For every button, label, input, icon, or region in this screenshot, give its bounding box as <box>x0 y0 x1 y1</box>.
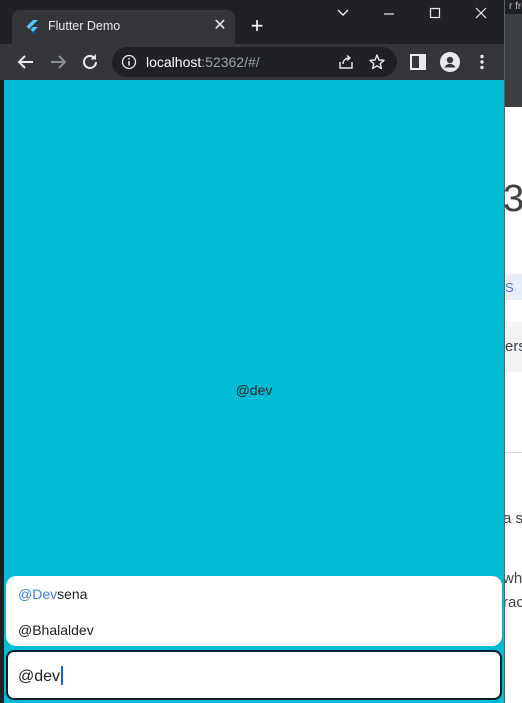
app-content: @dev @Devsena @Bhalaldev @dev <box>4 80 504 703</box>
close-tab-icon[interactable]: ✕ <box>210 16 230 36</box>
suggestion-list: @Devsena @Bhalaldev <box>6 576 502 646</box>
suggestion-item[interactable]: @Bhalaldev <box>18 622 94 638</box>
url-path: :52362/#/ <box>201 54 260 70</box>
minimize-icon[interactable] <box>375 6 403 28</box>
address-bar[interactable]: localhost:52362/#/ <box>112 47 397 77</box>
side-panel-icon[interactable] <box>408 52 428 72</box>
background-top-text: r fro <box>509 1 522 12</box>
profile-avatar-icon[interactable] <box>440 52 460 72</box>
background-tab-text: S <box>505 280 514 295</box>
browser-tab[interactable]: Flutter Demo ✕ <box>12 10 235 44</box>
tab-bar: Flutter Demo ✕ + <box>0 0 504 44</box>
background-text-line: wh <box>503 570 522 587</box>
tab-search-icon[interactable] <box>329 6 357 28</box>
background-text-line: rac <box>503 594 522 611</box>
background-heading: 3 <box>503 178 522 220</box>
maximize-icon[interactable] <box>421 6 449 28</box>
input-value: @dev <box>18 668 61 685</box>
url-host: localhost <box>146 54 202 70</box>
screen: r fro 3 S ers a s wh rac Flutter Demo ✕ <box>0 0 522 703</box>
share-icon[interactable] <box>337 53 355 71</box>
close-window-icon[interactable] <box>467 6 495 28</box>
mention-input[interactable]: @dev <box>6 650 502 700</box>
suggestion-match-highlight: @Dev <box>18 586 58 602</box>
mention-display-text: @dev <box>235 382 273 398</box>
mention-input-text[interactable]: @dev <box>18 666 64 686</box>
suggestion-text: @Bhalaldev <box>18 622 94 638</box>
menu-kebab-icon[interactable] <box>472 52 492 72</box>
flutter-icon <box>24 19 40 35</box>
bookmark-star-icon[interactable] <box>368 53 386 71</box>
info-icon[interactable] <box>121 54 137 70</box>
url-text[interactable]: localhost:52362/#/ <box>146 54 260 70</box>
reload-icon[interactable] <box>78 50 102 74</box>
tab-title: Flutter Demo <box>48 19 121 33</box>
browser-toolbar: localhost:52362/#/ <box>0 44 504 80</box>
background-text-line: a s <box>503 510 522 527</box>
text-caret <box>61 666 64 685</box>
back-arrow-icon[interactable] <box>14 50 38 74</box>
suggestion-item[interactable]: @Devsena <box>18 586 87 602</box>
suggestion-text: sena <box>57 586 88 602</box>
background-box-text: ers <box>505 338 522 355</box>
forward-arrow-icon[interactable] <box>46 50 70 74</box>
new-tab-button[interactable]: + <box>246 15 268 37</box>
background-divider <box>503 452 522 453</box>
browser-window: Flutter Demo ✕ + localhost:52362/#/ @dev… <box>0 0 505 703</box>
background-topbar <box>503 0 522 107</box>
background-page: r fro 3 S ers a s wh rac <box>503 0 522 703</box>
